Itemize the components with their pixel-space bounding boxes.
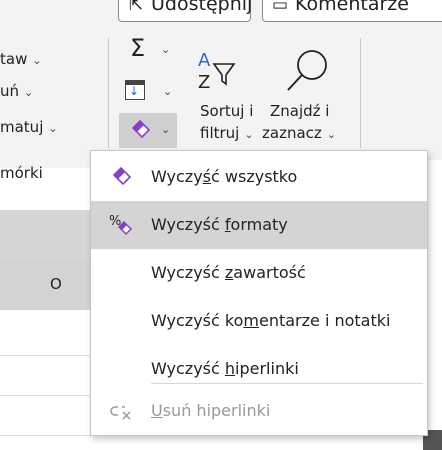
menu-item-clear-all[interactable]: Wyczyść wszystko xyxy=(91,153,427,201)
comments-button-label: Komentarze xyxy=(295,0,409,15)
svg-text:A: A xyxy=(198,50,211,71)
group-divider xyxy=(108,38,109,148)
format-cells-label: matuj xyxy=(0,118,44,136)
eraser-icon xyxy=(112,166,132,186)
chevron-down-icon: ⌄ xyxy=(32,54,42,67)
chevron-down-icon: ⌄ xyxy=(48,122,58,135)
menu-item-clear-hyperlinks[interactable]: Wyczyść hiperlinki xyxy=(91,345,427,393)
svg-text:Z: Z xyxy=(198,72,210,93)
find-select-button[interactable]: zaznacz ⌄ xyxy=(262,124,336,142)
sort-filter-label-2: filtruj xyxy=(200,124,240,142)
menu-item-clear-contents[interactable]: Wyczyść zawartość xyxy=(91,249,427,297)
chevron-down-icon[interactable]: ⌄ xyxy=(163,85,172,98)
chevron-down-icon: ⌄ xyxy=(161,123,171,136)
delete-cells-button[interactable]: uń ⌄ xyxy=(0,82,33,100)
insert-cells-label: taw xyxy=(0,50,28,68)
clear-formats-icon: % xyxy=(109,214,133,236)
sort-filter-button[interactable]: filtruj ⌄ xyxy=(200,124,254,142)
sort-filter-icon[interactable]: A Z xyxy=(196,48,236,93)
menu-separator xyxy=(151,383,423,384)
chevron-down-icon[interactable]: ⌄ xyxy=(161,43,170,56)
sheet-header-strip xyxy=(0,210,100,258)
column-header-o[interactable]: O xyxy=(50,275,62,293)
group-divider xyxy=(360,38,361,148)
fill-icon[interactable]: ↓ xyxy=(125,80,145,100)
chevron-down-icon: ⌄ xyxy=(24,86,34,99)
clear-dropdown-menu: Wyczyść wszystko % Wyczyść formaty Wyczy… xyxy=(90,150,428,436)
eraser-icon xyxy=(131,119,151,139)
sort-filter-label[interactable]: Sortuj i xyxy=(200,102,253,120)
delete-cells-label: uń xyxy=(0,82,20,100)
menu-item-remove-hyperlinks[interactable]: Usuń hiperlinki xyxy=(91,387,427,435)
cells-group-label: mórki xyxy=(0,164,43,182)
share-button[interactable]: ⇱ Udostępnij xyxy=(118,0,253,22)
find-select-label[interactable]: Znajdź i xyxy=(270,102,329,120)
menu-item-label: Wyczyść komentarze i notatki xyxy=(151,311,391,330)
comment-icon: ▭ xyxy=(271,0,289,15)
comments-button[interactable]: ▭ Komentarze xyxy=(262,0,442,22)
share-icon: ⇱ xyxy=(128,0,144,15)
menu-item-clear-comments[interactable]: Wyczyść komentarze i notatki xyxy=(91,297,427,345)
menu-item-label: Wyczyść zawartość xyxy=(151,263,306,282)
grid-line xyxy=(0,355,100,356)
chevron-down-icon: ⌄ xyxy=(326,128,336,141)
unlink-icon xyxy=(110,406,131,420)
menu-item-label: Usuń hiperlinki xyxy=(151,401,271,420)
grid-line xyxy=(0,435,100,436)
autosum-icon[interactable]: Σ xyxy=(130,34,145,62)
menu-item-label: Wyczyść formaty xyxy=(151,215,288,234)
find-select-label-2: zaznacz xyxy=(262,124,322,142)
menu-item-label: Wyczyść wszystko xyxy=(151,167,298,186)
menu-item-label: Wyczyść hiperlinki xyxy=(151,359,299,378)
grid-line xyxy=(0,395,100,396)
search-icon[interactable] xyxy=(282,48,332,94)
insert-cells-button[interactable]: taw ⌄ xyxy=(0,50,42,68)
menu-item-clear-formats[interactable]: % Wyczyść formaty xyxy=(91,201,427,249)
share-button-label: Udostępnij xyxy=(151,0,253,15)
clear-button[interactable]: ⌄ xyxy=(119,113,177,148)
format-cells-button[interactable]: matuj ⌄ xyxy=(0,118,58,136)
chevron-down-icon: ⌄ xyxy=(244,128,254,141)
ribbon: ⇱ Udostępnij ▭ Komentarze taw ⌄ uń ⌄ matuj ⌄ … xyxy=(0,0,442,182)
